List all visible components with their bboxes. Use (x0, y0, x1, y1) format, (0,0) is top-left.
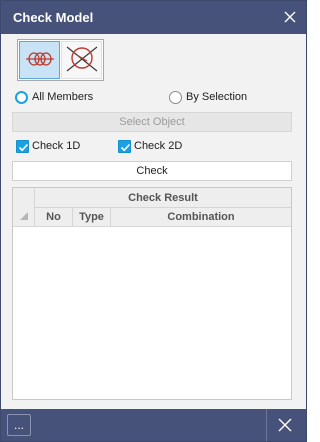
all-members-radio-option[interactable]: All Members (15, 89, 93, 105)
by-selection-radio[interactable] (169, 90, 182, 104)
check-1d-option[interactable]: Check 1D (16, 138, 80, 154)
grid-select-all-corner[interactable] (13, 188, 35, 227)
member-check-mode-button[interactable] (19, 41, 60, 79)
check-2d-label: Check 2D (134, 140, 183, 152)
grid-group-header: Check Result (35, 188, 291, 208)
more-options-button[interactable]: ... (7, 414, 31, 436)
check-button[interactable]: Check (12, 161, 292, 181)
check-1d-label: Check 1D (32, 140, 81, 152)
column-header-type[interactable]: Type (73, 208, 111, 227)
close-panel-icon[interactable] (277, 417, 293, 433)
by-selection-label: By Selection (186, 91, 248, 103)
window-title: Check Model (13, 10, 94, 25)
by-selection-radio-option[interactable]: By Selection (169, 89, 247, 105)
close-icon[interactable] (280, 7, 300, 27)
check-1d-checkbox[interactable] (16, 139, 29, 153)
bottom-bar: ... (1, 409, 306, 441)
check-model-window: Check Model All Members By Selection Sel… (0, 0, 307, 442)
check-result-grid[interactable]: Check Result No Type Combination (12, 187, 292, 400)
plate-check-mode-button[interactable] (61, 41, 102, 79)
all-members-label: All Members (32, 91, 94, 103)
column-header-no[interactable]: No (35, 208, 73, 227)
sort-corner-icon (20, 212, 28, 220)
check-mode-toggle-group (17, 39, 104, 81)
check-2d-checkbox[interactable] (118, 139, 131, 153)
column-header-combination[interactable]: Combination (111, 208, 291, 227)
check-2d-option[interactable]: Check 2D (118, 138, 182, 154)
title-bar: Check Model (1, 1, 306, 34)
all-members-radio[interactable] (15, 90, 28, 104)
select-object-button[interactable]: Select Object (12, 112, 292, 132)
plate-check-icon (65, 43, 99, 78)
member-check-icon (24, 49, 56, 72)
divider (266, 409, 267, 441)
